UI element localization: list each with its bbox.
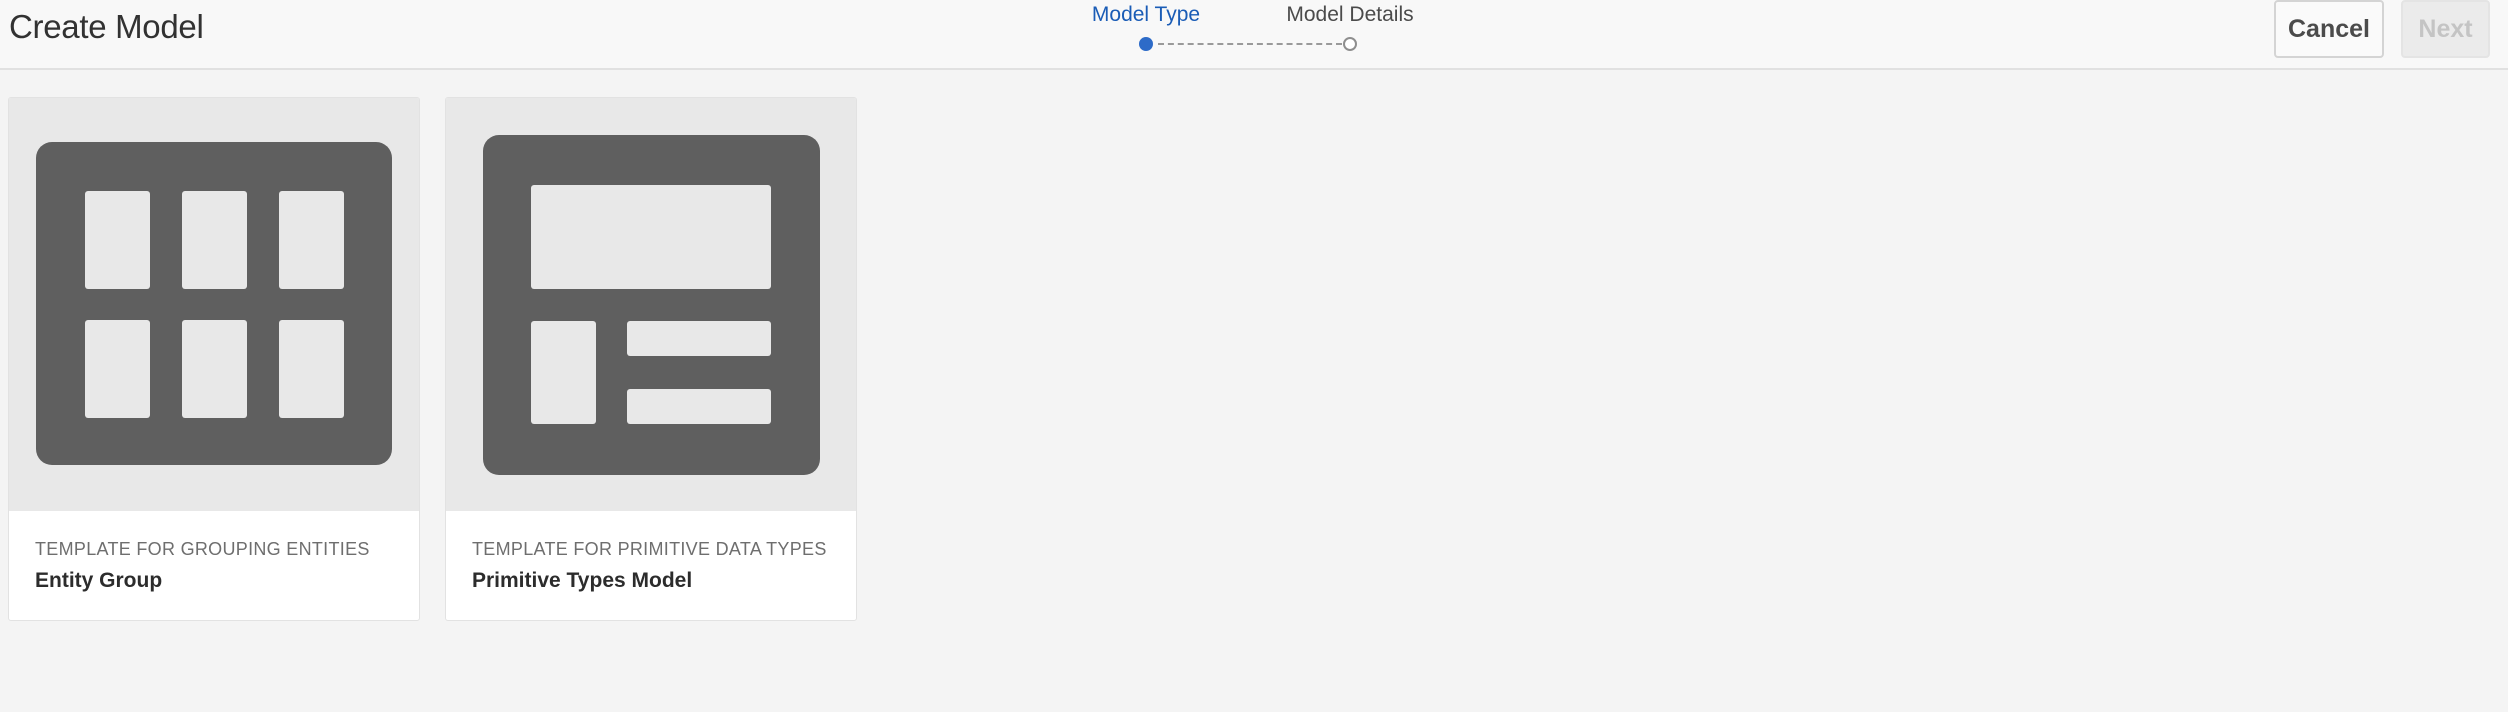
card-subtitle: TEMPLATE FOR GROUPING ENTITIES — [35, 539, 370, 559]
step-model-details-dot[interactable] — [1343, 37, 1357, 51]
step-connector-line — [1158, 43, 1342, 45]
card-preview — [9, 98, 419, 511]
grid-layout-icon — [36, 142, 392, 465]
card-title: Entity Group — [35, 569, 163, 592]
step-model-type-dot[interactable] — [1139, 37, 1153, 51]
card-subtitle: TEMPLATE FOR PRIMITIVE DATA TYPES — [472, 539, 827, 559]
step-model-type-label[interactable]: Model Type — [1092, 3, 1200, 27]
template-card-entity-group[interactable]: TEMPLATE FOR GROUPING ENTITIES Entity Gr… — [8, 97, 420, 621]
step-model-details-label[interactable]: Model Details — [1286, 3, 1413, 27]
card-preview — [446, 98, 856, 511]
form-layout-icon — [483, 135, 820, 475]
header-bar: Create Model Model Type Model Details Ca… — [0, 0, 2508, 70]
wizard-stepper: Model Type Model Details — [1080, 0, 1420, 60]
cancel-button[interactable]: Cancel — [2274, 0, 2384, 58]
next-button[interactable]: Next — [2401, 0, 2490, 58]
page-title: Create Model — [9, 8, 204, 45]
template-card-primitive-types[interactable]: TEMPLATE FOR PRIMITIVE DATA TYPES Primit… — [445, 97, 857, 621]
card-title: Primitive Types Model — [472, 569, 693, 592]
